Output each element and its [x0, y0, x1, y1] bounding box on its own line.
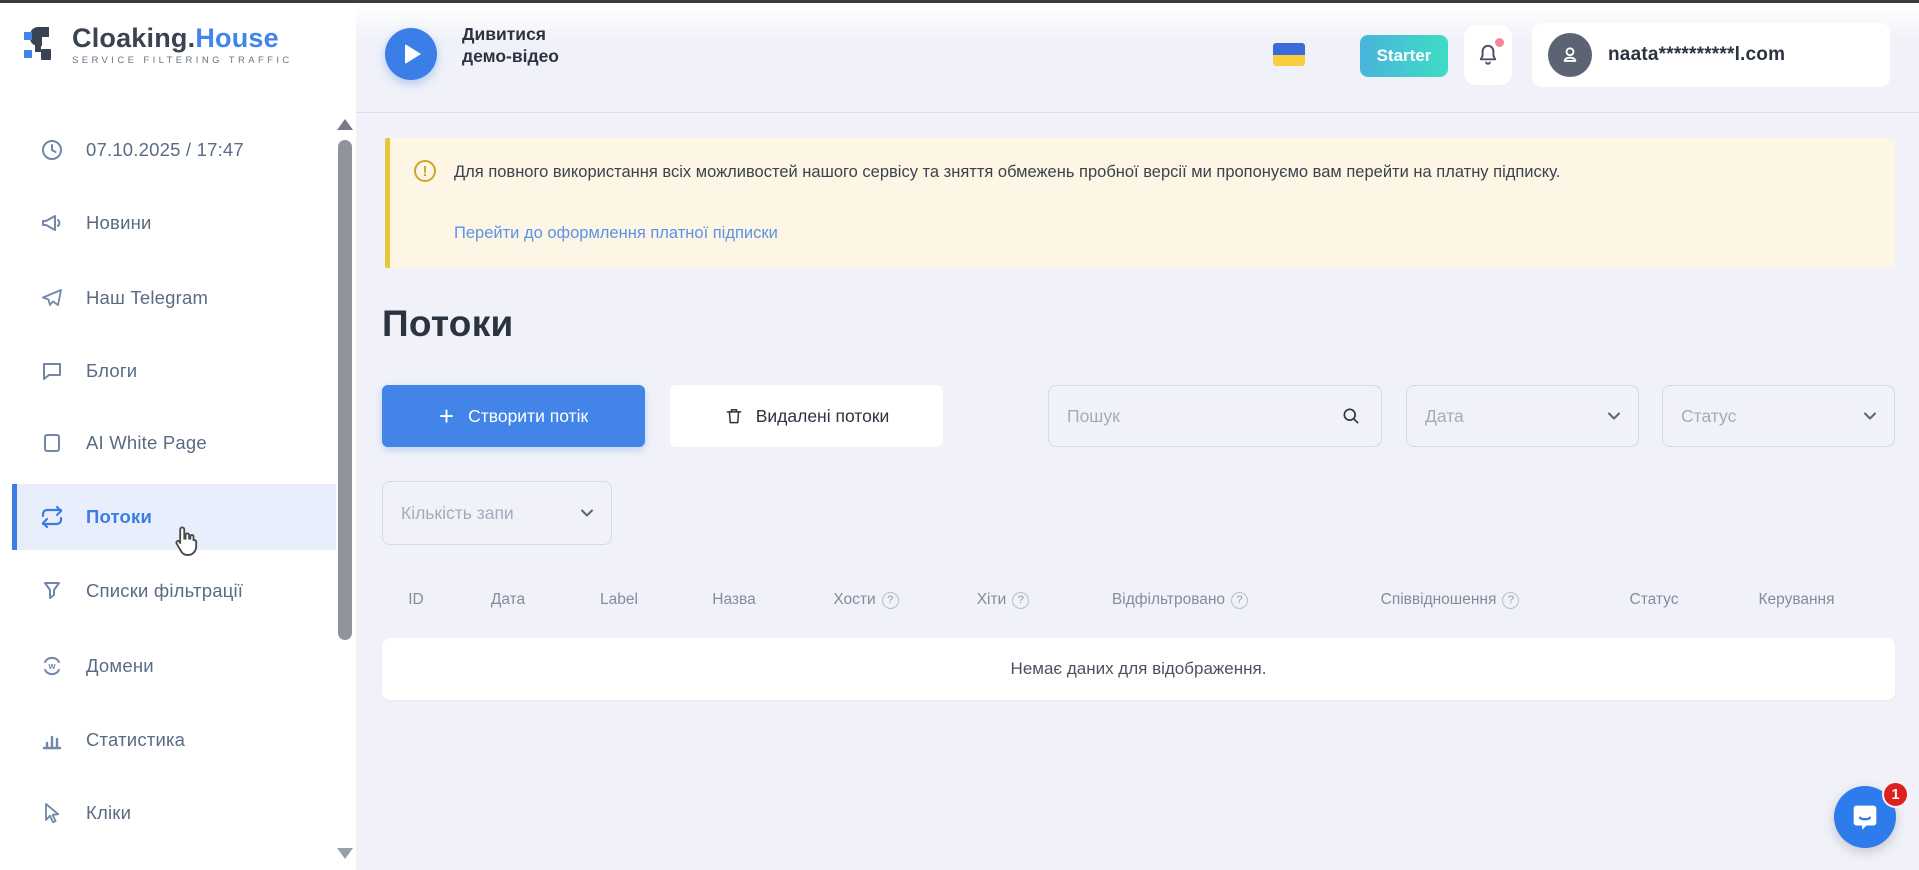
- sidebar-item-ai-white-page[interactable]: AI White Page: [0, 410, 336, 476]
- sidebar-item-statistics[interactable]: Статистика: [0, 707, 336, 773]
- create-stream-label: Створити потік: [468, 406, 588, 427]
- trial-warning-banner: ! Для повного використання всіх можливос…: [385, 138, 1895, 268]
- empty-state-text: Немає даних для відображення.: [1011, 659, 1267, 679]
- column-header-filtered: Відфільтровано?: [1070, 591, 1290, 609]
- banner-message: Для повного використання всіх можливосте…: [454, 160, 1560, 184]
- per-page-placeholder: Кількість запи: [401, 503, 514, 524]
- sidebar-item-label: Кліки: [86, 802, 131, 824]
- column-header-date: Дата: [450, 591, 566, 609]
- brand-tagline: SERVICE FILTERING TRAFFIC: [72, 55, 293, 66]
- subscribe-link[interactable]: Перейти до оформлення платної підписки: [454, 224, 778, 243]
- sidebar-item-date[interactable]: 07.10.2025 / 17:47: [0, 117, 336, 183]
- chat-bubble-icon: [40, 359, 64, 383]
- sidebar-item-label: Списки фільтрації: [86, 580, 243, 602]
- filter-funnel-icon: [40, 579, 64, 603]
- column-header-status: Статус: [1610, 591, 1698, 609]
- warning-icon: !: [414, 160, 436, 182]
- demo-video-label[interactable]: Дивитися демо-відео: [462, 23, 592, 67]
- brand-logo-icon: [22, 25, 62, 65]
- page-title: Потоки: [382, 303, 514, 345]
- streams-sync-icon: [40, 505, 64, 529]
- column-header-hosts: Хости?: [796, 591, 936, 609]
- empty-table-row: Немає даних для відображення.: [382, 638, 1895, 700]
- sidebar-item-label: 07.10.2025 / 17:47: [86, 139, 244, 161]
- cursor-click-icon: [40, 801, 64, 825]
- brand-logo[interactable]: Cloaking.House SERVICE FILTERING TRAFFIC: [22, 24, 293, 66]
- topbar-divider: [356, 112, 1919, 113]
- sidebar-item-clicks[interactable]: Кліки: [0, 780, 336, 846]
- svg-text:w: w: [47, 661, 56, 671]
- column-header-ratio: Співвідношення?: [1290, 591, 1610, 609]
- flag-yellow-stripe: [1273, 55, 1305, 66]
- demo-video-play-button[interactable]: [385, 28, 437, 80]
- plus-icon: +: [439, 406, 454, 426]
- scrollbar-thumb[interactable]: [338, 140, 352, 640]
- chevron-down-icon: [579, 505, 595, 521]
- sidebar-item-domains[interactable]: w Домени: [0, 633, 336, 699]
- search-input[interactable]: [1067, 406, 1337, 427]
- chevron-down-icon: [1862, 408, 1878, 424]
- sidebar-item-label: AI White Page: [86, 432, 207, 454]
- date-filter-dropdown[interactable]: Дата: [1406, 385, 1639, 447]
- help-icon[interactable]: ?: [882, 592, 899, 609]
- notifications-button[interactable]: [1464, 25, 1512, 85]
- help-icon[interactable]: ?: [1231, 592, 1248, 609]
- sidebar-item-label: Домени: [86, 655, 154, 677]
- streams-table-header: ID Дата Label Назва Хости? Хіти? Відфіль…: [382, 578, 1895, 622]
- sidebar-item-filter-lists[interactable]: Списки фільтрації: [0, 558, 336, 624]
- scrollbar-down-arrow[interactable]: [337, 848, 353, 859]
- sidebar-item-label: Наш Telegram: [86, 287, 208, 309]
- scrollbar-up-arrow[interactable]: [337, 119, 353, 130]
- sidebar-item-news[interactable]: Новини: [0, 190, 336, 256]
- page-icon: [40, 431, 64, 455]
- sidebar: Cloaking.House SERVICE FILTERING TRAFFIC…: [0, 3, 356, 870]
- search-field[interactable]: [1048, 385, 1382, 447]
- help-icon[interactable]: ?: [1012, 592, 1029, 609]
- sidebar-item-label: Новини: [86, 212, 152, 234]
- bar-chart-icon: [40, 728, 64, 752]
- clock-icon: [40, 138, 64, 162]
- status-filter-placeholder: Статус: [1681, 406, 1736, 427]
- telegram-icon: [40, 286, 64, 310]
- column-header-controls: Керування: [1698, 591, 1895, 609]
- status-filter-dropdown[interactable]: Статус: [1662, 385, 1895, 447]
- mouse-hand-cursor: [168, 524, 202, 562]
- sidebar-item-label: Блоги: [86, 360, 137, 382]
- flag-blue-stripe: [1273, 43, 1305, 55]
- deleted-streams-label: Видалені потоки: [756, 406, 890, 427]
- brand-title: Cloaking.House: [72, 24, 293, 52]
- language-flag-ukraine[interactable]: [1273, 43, 1305, 66]
- sidebar-item-label: Потоки: [86, 506, 152, 528]
- per-page-dropdown[interactable]: Кількість запи: [382, 481, 612, 545]
- chat-unread-badge: 1: [1882, 781, 1909, 808]
- chevron-down-icon: [1606, 408, 1622, 424]
- megaphone-icon: [40, 211, 64, 235]
- avatar: [1548, 33, 1592, 77]
- notification-dot: [1495, 38, 1504, 47]
- plan-badge[interactable]: Starter: [1360, 35, 1448, 77]
- date-filter-placeholder: Дата: [1425, 406, 1464, 427]
- sidebar-item-blogs[interactable]: Блоги: [0, 338, 336, 404]
- help-icon[interactable]: ?: [1502, 592, 1519, 609]
- column-header-hits: Хіти?: [936, 591, 1070, 609]
- user-icon: [1557, 42, 1583, 68]
- sidebar-item-label: Статистика: [86, 729, 185, 751]
- column-header-id: ID: [382, 591, 450, 609]
- column-header-name: Назва: [672, 591, 796, 609]
- play-icon: [405, 44, 421, 64]
- create-stream-button[interactable]: + Створити потік: [382, 385, 645, 447]
- chat-widget-icon: [1848, 800, 1882, 834]
- column-header-label: Label: [566, 591, 672, 609]
- search-icon[interactable]: [1341, 406, 1361, 426]
- trash-icon: [724, 405, 744, 427]
- deleted-streams-button[interactable]: Видалені потоки: [670, 385, 943, 447]
- user-email: naata**********l.com: [1608, 44, 1785, 66]
- sidebar-item-telegram[interactable]: Наш Telegram: [0, 265, 336, 331]
- user-account-button[interactable]: naata**********l.com: [1532, 23, 1890, 87]
- domains-icon: w: [40, 654, 64, 678]
